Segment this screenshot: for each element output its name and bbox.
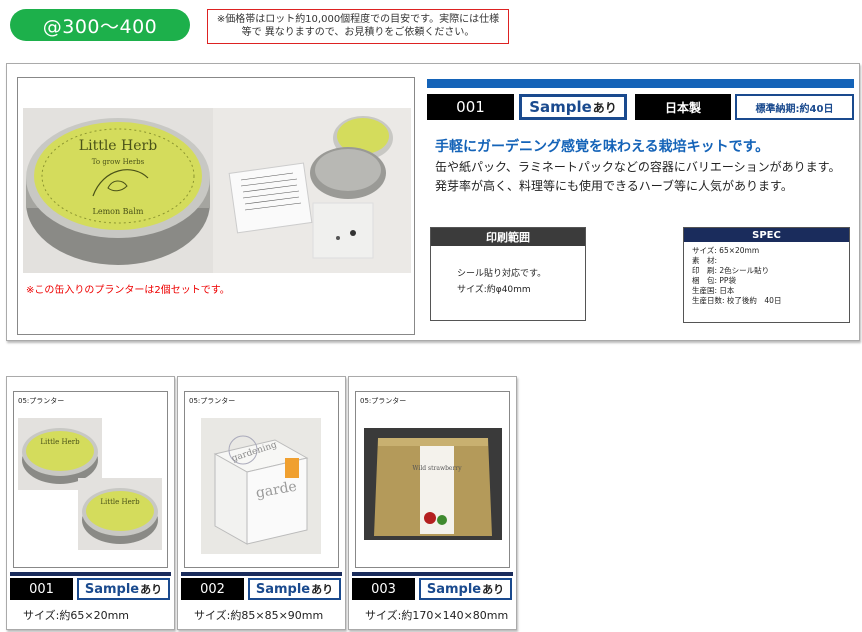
spec-line: 生産日数: 校了後約 40日	[692, 296, 782, 305]
spec-line: 印 刷: 2色シール貼り	[692, 266, 770, 275]
lead-time-badge: 標準納期:約40日	[735, 94, 854, 120]
kit-contents-photo[interactable]	[213, 108, 411, 273]
sample-available-badge: Sample あり	[519, 94, 627, 120]
photo-caption: ※この缶入りのプランターは2個セットです。	[26, 285, 230, 296]
svg-text:Lemon Balm: Lemon Balm	[93, 207, 144, 216]
card-sample-label: Sample	[255, 581, 311, 597]
print-line: シール貼り対応です。	[457, 269, 547, 279]
card-sample-badge: Sample あり	[77, 578, 170, 600]
card-code: 001	[10, 578, 73, 600]
sample-label: Sample	[529, 98, 592, 116]
svg-text:Wild strawberry: Wild strawberry	[412, 465, 462, 472]
description-line: 発芽率が高く、料理等にも使用できるハーブ等に人気があります。	[435, 179, 793, 193]
card-category: 05:プランター	[360, 397, 407, 405]
product-card-002[interactable]: 05:プランター garde gardening 002 Sample あり サイ…	[177, 376, 346, 630]
spec-line: 生産国: 日本	[692, 286, 735, 295]
pouch-image: Wild strawberry	[364, 428, 502, 540]
spec-title: SPEC	[684, 228, 849, 242]
header-bar	[427, 79, 854, 88]
print-line: サイズ:約φ40mm	[457, 285, 531, 295]
svg-text:Little Herb: Little Herb	[79, 138, 157, 154]
main-product-panel: Little Herb To grow Herbs Lemon Balm ※この…	[6, 63, 860, 341]
card-image-frame: 05:プランター Wild strawberry	[355, 391, 510, 568]
card-sample-ari: あり	[311, 583, 334, 596]
card-image-frame: 05:プランター Little Herb Little Herb	[13, 391, 168, 568]
svg-text:Little Herb: Little Herb	[100, 498, 140, 506]
card-sample-label: Sample	[84, 581, 140, 597]
made-in-japan-badge: 日本製	[635, 94, 731, 120]
box-image: garde gardening	[201, 418, 321, 554]
product-headline: 手軽にガーデニング感覚を味わえる栽培キットです。	[435, 139, 770, 155]
card-sample-label: Sample	[426, 581, 482, 597]
card-size: サイズ:約85×85×90mm	[194, 609, 324, 622]
print-area-box: 印刷範囲 シール貼り対応です。 サイズ:約φ40mm	[430, 227, 586, 321]
card-category: 05:プランター	[189, 397, 236, 405]
spec-line: 梱 包: PP袋	[692, 276, 736, 285]
tin-pair-image: Little Herb Little Herb	[18, 418, 162, 550]
card-sample-badge: Sample あり	[248, 578, 341, 600]
card-sample-ari: あり	[482, 583, 505, 596]
card-header-bar	[352, 572, 513, 576]
card-size: サイズ:約170×140×80mm	[365, 609, 509, 622]
price-range-badge: @300〜400	[10, 9, 190, 41]
card-image-frame: 05:プランター garde gardening	[184, 391, 339, 568]
price-note: ※価格帯はロット約10,000個程度での目安です。実際には仕様等で 異なりますの…	[207, 9, 509, 44]
tin-illustration: Little Herb To grow Herbs Lemon Balm	[26, 118, 210, 265]
description-line: 缶や紙パック、ラミネートパックなどの容器にバリエーションがあります。	[435, 160, 841, 174]
svg-text:To grow Herbs: To grow Herbs	[92, 158, 145, 166]
spec-box: SPEC サイズ: 65×20mm 素 材: 印 刷: 2色シール貼り 梱 包:…	[683, 227, 850, 323]
product-photo-frame: Little Herb To grow Herbs Lemon Balm ※この…	[17, 77, 415, 335]
product-description: 缶や紙パック、ラミネートパックなどの容器にバリエーションがあります。 発芽率が高…	[435, 158, 840, 196]
spec-line: サイズ: 65×20mm	[692, 246, 760, 255]
svg-text:Little Herb: Little Herb	[40, 438, 80, 446]
product-card-003[interactable]: 05:プランター Wild strawberry 003 Sample あり サイ…	[348, 376, 517, 630]
card-code: 003	[352, 578, 415, 600]
card-category: 05:プランター	[18, 397, 65, 405]
card-header-bar	[10, 572, 171, 576]
kit-contents-illustration	[228, 116, 393, 259]
product-card-001[interactable]: 05:プランター Little Herb Little Herb 001 Sam…	[6, 376, 175, 630]
card-code: 002	[181, 578, 244, 600]
print-area-title: 印刷範囲	[431, 228, 585, 246]
card-header-bar	[181, 572, 342, 576]
tin-photo[interactable]: Little Herb To grow Herbs Lemon Balm	[23, 108, 213, 273]
card-size: サイズ:約65×20mm	[23, 609, 130, 622]
card-sample-badge: Sample あり	[419, 578, 512, 600]
sample-ari-label: あり	[592, 100, 617, 115]
card-sample-ari: あり	[140, 583, 163, 596]
product-code: 001	[427, 94, 514, 120]
spec-line: 素 材:	[692, 256, 718, 265]
